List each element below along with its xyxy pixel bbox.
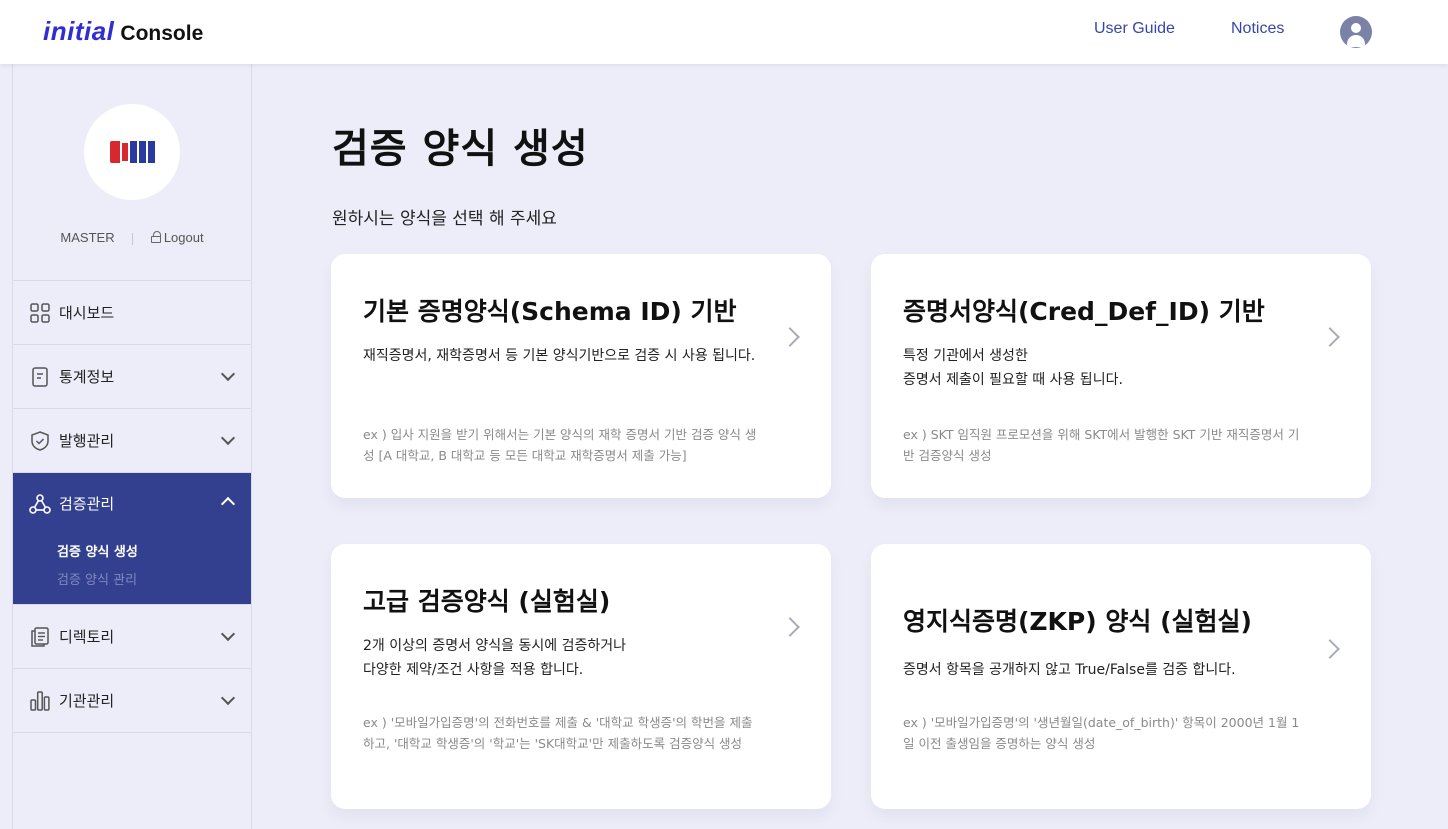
card-example: ex ) SKT 임직원 프로모션을 위해 SKT에서 발행한 SKT 기반 재… — [903, 427, 1300, 463]
user-row-divider — [132, 232, 134, 245]
directory-icon — [29, 626, 51, 648]
chevron-right-icon — [780, 327, 800, 347]
verification-submenu: 검증 양식 생성 검증 양식 관리 — [29, 539, 251, 595]
org-logo-mark — [109, 141, 155, 163]
chevron-up-icon — [220, 496, 236, 512]
page-description: 원하시는 양식을 선택 해 주세요 — [332, 209, 557, 229]
chevron-right-icon — [780, 617, 800, 637]
dashboard-grid-icon — [29, 302, 51, 324]
logout-button[interactable]: Logout — [150, 230, 204, 245]
avatar-body-shape — [1347, 35, 1365, 47]
notices-link[interactable]: Notices — [1231, 20, 1284, 38]
chevron-right-icon — [1320, 327, 1340, 347]
lock-icon — [150, 231, 161, 243]
user-guide-link[interactable]: User Guide — [1094, 20, 1175, 38]
user-row: MASTER Logout — [13, 230, 251, 245]
card-schema-id[interactable]: 기본 증명양식(Schema ID) 기반 재직증명서, 재학증명서 등 기본 … — [331, 254, 831, 498]
sidebar-item-label: 기관관리 — [59, 692, 115, 710]
chevron-down-icon — [220, 366, 236, 382]
sidebar-nav: 대시보드 통계정보 발행관리 검증관리 검증 양식 생성 검증 양식 관리 디렉… — [13, 280, 251, 733]
chevron-down-icon — [220, 626, 236, 642]
sidebar-item-label: 검증관리 — [59, 495, 115, 513]
sidebar-item-dashboard[interactable]: 대시보드 — [13, 281, 251, 345]
card-cred-def-id[interactable]: 증명서양식(Cred_Def_ID) 기반 특정 기관에서 생성한 증명서 제출… — [871, 254, 1371, 498]
card-title: 영지식증명(ZKP) 양식 (실험실) — [903, 607, 1252, 636]
card-title: 고급 검증양식 (실험실) — [363, 587, 611, 616]
sidebar-item-statistics[interactable]: 통계정보 — [13, 345, 251, 409]
sidebar-item-issuance[interactable]: 발행관리 — [13, 409, 251, 473]
chevron-right-icon — [1320, 639, 1340, 659]
page-title: 검증 양식 생성 — [332, 126, 589, 172]
sidebar: MASTER Logout 대시보드 통계정보 발행관리 검증관리 검증 양식 … — [12, 64, 252, 829]
card-body: 재직증명서, 재학증명서 등 기본 양식기반으로 검증 시 사용 됩니다. — [363, 348, 756, 364]
logout-label: Logout — [163, 230, 204, 245]
document-icon — [29, 366, 51, 388]
card-example: ex ) '모바일가입증명'의 전화번호를 제출 & '대학교 학생증'의 학번… — [363, 715, 753, 751]
bar-chart-icon — [29, 690, 51, 712]
top-header: initial Console User Guide Notices — [0, 0, 1448, 64]
sidebar-item-label: 대시보드 — [59, 304, 115, 322]
avatar-head-shape — [1351, 23, 1361, 33]
card-body: 증명서 항목을 공개하지 않고 True/False를 검증 합니다. — [903, 662, 1236, 678]
user-avatar-icon[interactable] — [1340, 16, 1372, 48]
card-example: ex ) '모바일가입증명'의 '생년월일(date_of_birth)' 항목… — [903, 715, 1300, 751]
sidebar-item-label: 발행관리 — [59, 432, 115, 450]
sidebar-item-label: 통계정보 — [59, 368, 115, 386]
card-body: 2개 이상의 증명서 양식을 동시에 검증하거나 다양한 제약/조건 사항을 적… — [363, 638, 626, 678]
shield-check-icon — [29, 430, 51, 452]
sidebar-item-verification[interactable]: 검증관리 검증 양식 생성 검증 양식 관리 — [13, 473, 251, 605]
sidebar-item-directory[interactable]: 디렉토리 — [13, 605, 251, 669]
brand-initial-text: initial — [43, 16, 115, 46]
card-body: 특정 기관에서 생성한 증명서 제출이 필요할 때 사용 됩니다. — [903, 348, 1123, 388]
user-role: MASTER — [60, 230, 115, 245]
submenu-item-create-form[interactable]: 검증 양식 생성 — [57, 539, 251, 567]
network-nodes-icon — [29, 493, 51, 515]
brand-logo[interactable]: initial Console — [43, 16, 203, 46]
card-example: ex ) 입사 지원을 받기 위해서는 기본 양식의 재학 증명서 기반 검증 … — [363, 427, 757, 463]
card-title: 증명서양식(Cred_Def_ID) 기반 — [903, 297, 1265, 326]
card-zkp-form[interactable]: 영지식증명(ZKP) 양식 (실험실) 증명서 항목을 공개하지 않고 True… — [871, 544, 1371, 809]
sidebar-item-organization[interactable]: 기관관리 — [13, 669, 251, 733]
card-advanced-form[interactable]: 고급 검증양식 (실험실) 2개 이상의 증명서 양식을 동시에 검증하거나 다… — [331, 544, 831, 809]
submenu-item-manage-form[interactable]: 검증 양식 관리 — [57, 567, 251, 595]
org-logo — [84, 104, 180, 200]
brand-console-text: Console — [120, 22, 204, 45]
card-title: 기본 증명양식(Schema ID) 기반 — [363, 297, 737, 326]
chevron-down-icon — [220, 430, 236, 446]
chevron-down-icon — [220, 690, 236, 706]
sidebar-item-label: 디렉토리 — [59, 628, 115, 646]
